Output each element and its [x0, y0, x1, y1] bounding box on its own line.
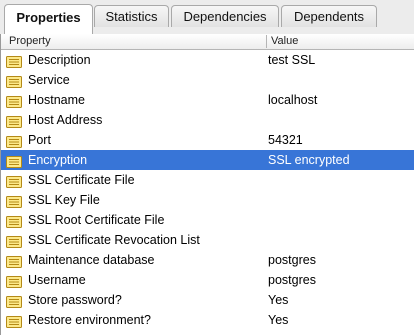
property-list-icon [6, 194, 22, 208]
property-list-icon [6, 94, 22, 108]
property-list-icon [6, 114, 22, 128]
property-name: Service [28, 73, 70, 87]
property-name: Maintenance database [28, 253, 155, 267]
property-list-icon [6, 174, 22, 188]
property-value: 54321 [268, 133, 303, 147]
list-item[interactable]: Maintenance database postgres [1, 250, 414, 270]
properties-list[interactable]: Property Value Description test SSL Servic… [0, 34, 414, 335]
property-name: Description [28, 53, 91, 67]
property-value: test SSL [268, 53, 316, 67]
property-name: SSL Key File [28, 193, 100, 207]
list-rows: Description test SSL Service Hostname localh… [1, 50, 414, 330]
property-list-icon [6, 254, 22, 268]
list-item[interactable]: Username postgres [1, 270, 414, 290]
property-value: postgres [268, 253, 316, 267]
column-separator[interactable] [266, 35, 267, 48]
property-list-icon [6, 294, 22, 308]
property-list-icon [6, 134, 22, 148]
property-list-icon [6, 74, 22, 88]
list-item[interactable]: Port 54321 [1, 130, 414, 150]
property-list-icon [6, 54, 22, 68]
list-header: Property Value [1, 34, 414, 50]
property-name: Host Address [28, 113, 103, 127]
property-list-icon [6, 274, 22, 288]
tab-dependencies[interactable]: Dependencies [171, 5, 279, 27]
property-value: SSL encrypted [268, 153, 350, 167]
property-value: Yes [268, 313, 289, 327]
property-name: Encryption [28, 153, 88, 167]
property-value: postgres [268, 273, 316, 287]
list-item[interactable]: Description test SSL [1, 50, 414, 70]
column-header-property[interactable]: Property [9, 34, 51, 49]
property-name: SSL Root Certificate File [28, 213, 165, 227]
property-name: SSL Certificate File [28, 173, 135, 187]
property-list-icon [6, 314, 22, 328]
list-item[interactable]: SSL Certificate File [1, 170, 414, 190]
property-value: Yes [268, 293, 289, 307]
list-item[interactable]: Encryption SSL encrypted [1, 150, 414, 170]
list-item[interactable]: SSL Root Certificate File [1, 210, 414, 230]
tab-statistics[interactable]: Statistics [94, 5, 169, 27]
property-list-icon [6, 214, 22, 228]
property-name: Port [28, 133, 51, 147]
property-name: Username [28, 273, 86, 287]
list-item[interactable]: Host Address [1, 110, 414, 130]
list-item[interactable]: SSL Key File [1, 190, 414, 210]
property-name: Restore environment? [28, 313, 151, 327]
tab-dependents[interactable]: Dependents [281, 5, 377, 27]
list-item[interactable]: Restore environment? Yes [1, 310, 414, 330]
tab-bar: Properties Statistics Dependencies Depen… [0, 0, 414, 35]
column-header-value[interactable]: Value [271, 34, 298, 49]
property-name: Store password? [28, 293, 122, 307]
list-item[interactable]: Service [1, 70, 414, 90]
property-name: SSL Certificate Revocation List [28, 233, 200, 247]
property-list-icon [6, 234, 22, 248]
list-item[interactable]: Hostname localhost [1, 90, 414, 110]
list-item[interactable]: SSL Certificate Revocation List [1, 230, 414, 250]
tab-properties[interactable]: Properties [4, 4, 93, 34]
property-list-icon [6, 154, 22, 168]
property-value: localhost [268, 93, 318, 107]
list-item[interactable]: Store password? Yes [1, 290, 414, 310]
property-name: Hostname [28, 93, 85, 107]
